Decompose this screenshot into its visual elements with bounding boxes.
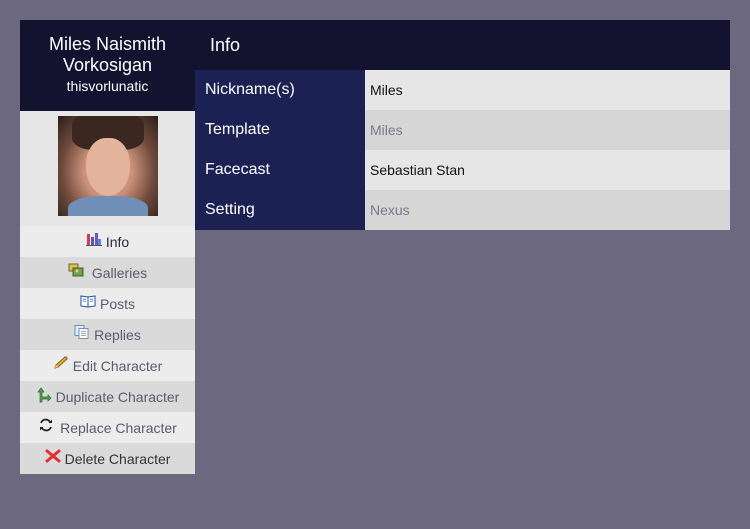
info-label: Setting xyxy=(195,190,365,230)
info-row-setting: Setting Nexus xyxy=(195,190,730,230)
character-username[interactable]: thisvorlunatic xyxy=(20,77,195,95)
nav-replies[interactable]: Replies xyxy=(20,319,195,350)
info-table: Nickname(s) Miles Template Miles Facecas… xyxy=(195,70,730,230)
nav-galleries[interactable]: Galleries xyxy=(20,257,195,288)
delete-x-icon xyxy=(45,449,61,463)
info-value: Sebastian Stan xyxy=(365,150,730,190)
galleries-icon xyxy=(68,263,84,277)
character-avatar xyxy=(58,116,158,216)
chart-icon xyxy=(85,232,102,246)
nav-posts-label: Posts xyxy=(99,295,135,312)
info-row-nicknames: Nickname(s) Miles xyxy=(195,70,730,110)
nav-info-label: Info xyxy=(105,233,130,250)
info-label: Template xyxy=(195,110,365,150)
duplicate-arrow-icon xyxy=(36,386,52,402)
info-value-link[interactable]: Nexus xyxy=(365,190,730,230)
main-header: Info xyxy=(195,20,730,70)
nav-edit-character-label: Edit Character xyxy=(72,357,163,374)
character-name[interactable]: Miles Naismith Vorkosigan xyxy=(20,34,195,76)
pencil-icon xyxy=(53,355,69,370)
refresh-icon xyxy=(38,418,54,432)
nav-delete-character[interactable]: Delete Character xyxy=(20,443,195,474)
nav-posts[interactable]: Posts xyxy=(20,288,195,319)
nav-replace-character[interactable]: Replace Character xyxy=(20,412,195,443)
info-label: Facecast xyxy=(195,150,365,190)
nav-edit-character[interactable]: Edit Character xyxy=(20,350,195,381)
nav-duplicate-character-label: Duplicate Character xyxy=(55,388,180,405)
character-header: Miles Naismith Vorkosigan thisvorlunatic xyxy=(20,20,195,111)
info-label: Nickname(s) xyxy=(195,70,365,110)
info-row-facecast: Facecast Sebastian Stan xyxy=(195,150,730,190)
avatar-container xyxy=(20,111,195,226)
info-row-template: Template Miles xyxy=(195,110,730,150)
nav-info[interactable]: Info xyxy=(20,226,195,257)
nav-delete-character-label: Delete Character xyxy=(64,450,171,467)
book-icon xyxy=(80,294,96,308)
character-sidebar: Miles Naismith Vorkosigan thisvorlunatic… xyxy=(20,20,195,474)
nav-replace-character-label: Replace Character xyxy=(60,419,177,436)
nav-galleries-label: Galleries xyxy=(91,264,148,281)
nav-replies-label: Replies xyxy=(94,326,141,343)
info-value: Miles xyxy=(365,70,730,110)
replies-icon xyxy=(74,324,90,339)
nav-duplicate-character[interactable]: Duplicate Character xyxy=(20,381,195,412)
info-value-link[interactable]: Miles xyxy=(365,110,730,150)
